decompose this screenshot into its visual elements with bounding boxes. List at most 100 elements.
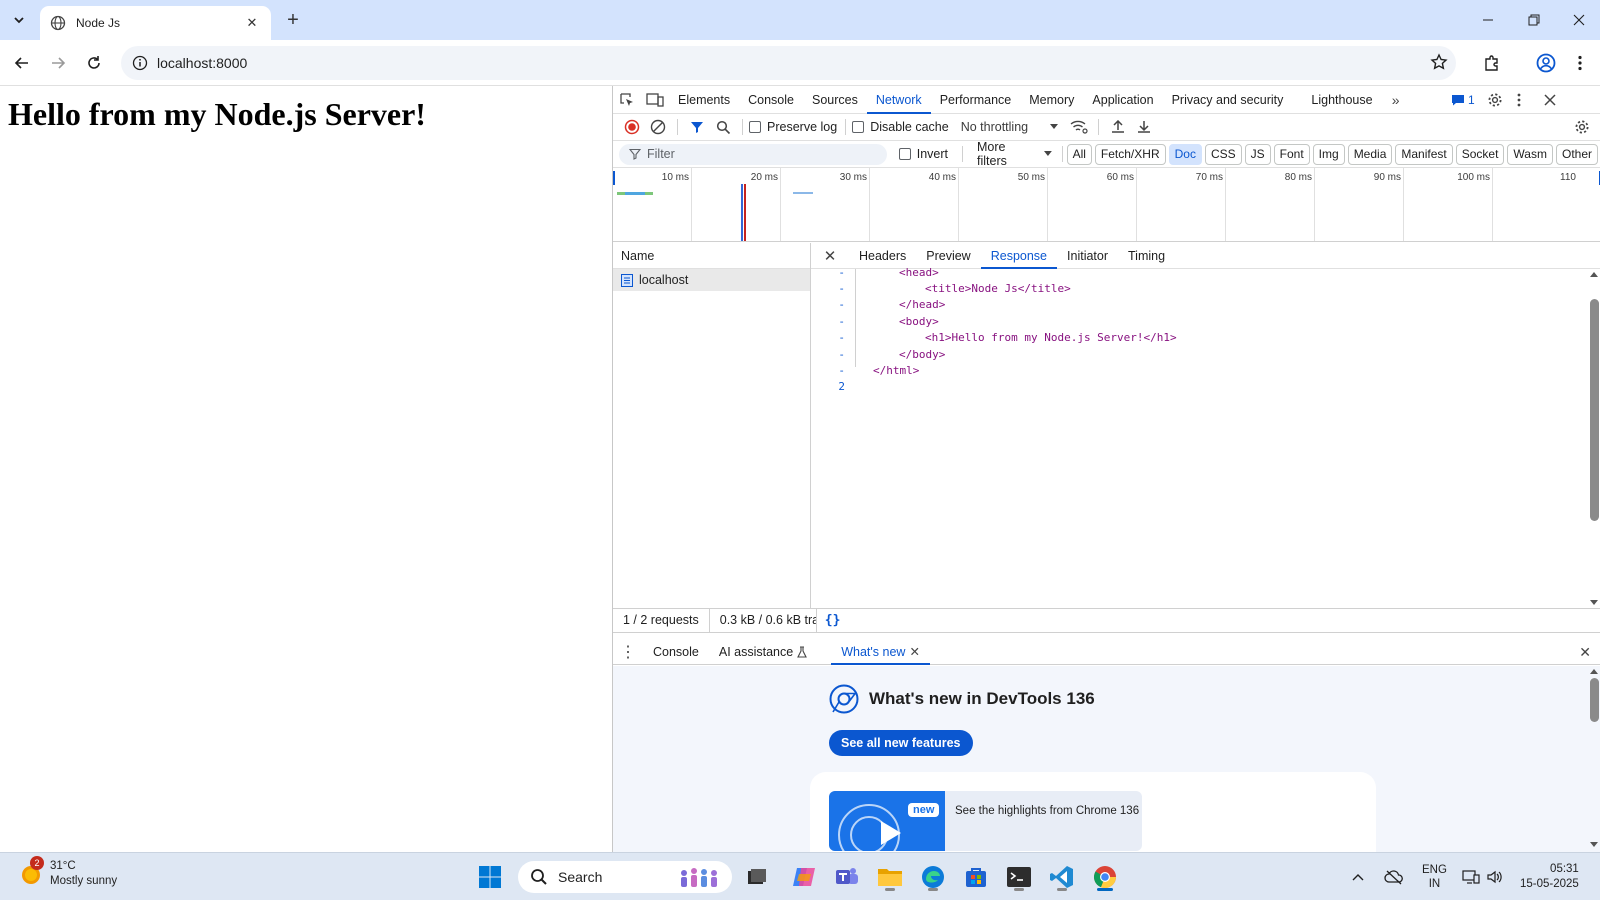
devtools-settings-button[interactable] bbox=[1487, 86, 1503, 114]
filter-type-fetch-xhr[interactable]: Fetch/XHR bbox=[1094, 143, 1166, 165]
onedrive-status[interactable] bbox=[1384, 853, 1404, 900]
device-toolbar-icon[interactable] bbox=[641, 86, 669, 114]
more-filters-dropdown[interactable]: More filters bbox=[977, 140, 1052, 168]
pretty-print-icon[interactable]: {} bbox=[825, 613, 841, 628]
see-all-features-button[interactable]: See all new features bbox=[829, 730, 973, 756]
browser-menu-button[interactable] bbox=[1566, 49, 1594, 77]
tab-elements[interactable]: Elements bbox=[669, 86, 739, 114]
filter-type-font[interactable]: Font bbox=[1273, 143, 1310, 165]
clear-button[interactable] bbox=[645, 114, 671, 140]
tab-console[interactable]: Console bbox=[739, 86, 803, 114]
edge-button[interactable] bbox=[916, 860, 950, 894]
browser-tab[interactable]: Node Js ✕ bbox=[40, 6, 271, 40]
search-button[interactable] bbox=[710, 114, 736, 140]
network-status[interactable] bbox=[1462, 853, 1480, 900]
filter-input[interactable]: Filter bbox=[619, 143, 887, 165]
filter-type-doc[interactable]: Doc bbox=[1168, 143, 1202, 165]
export-har-button[interactable] bbox=[1131, 114, 1157, 140]
task-view-button[interactable] bbox=[740, 860, 774, 894]
tab-performance[interactable]: Performance bbox=[931, 86, 1021, 114]
close-tab-icon[interactable]: ✕ bbox=[243, 14, 261, 32]
network-timeline-overview[interactable]: 10 ms 20 ms 30 ms 40 ms 50 ms 60 ms 70 m… bbox=[613, 168, 1600, 242]
filter-type-socket[interactable]: Socket bbox=[1455, 143, 1505, 165]
tab-response[interactable]: Response bbox=[980, 243, 1058, 269]
drawer-scrollbar[interactable] bbox=[1587, 666, 1600, 852]
filter-type-img[interactable]: Img bbox=[1312, 143, 1345, 165]
address-bar[interactable]: localhost:8000 bbox=[121, 46, 1456, 80]
new-tab-button[interactable]: + bbox=[282, 9, 304, 31]
copilot-button[interactable] bbox=[787, 860, 821, 894]
chrome-button[interactable] bbox=[1088, 860, 1122, 894]
start-button[interactable] bbox=[473, 860, 507, 894]
filter-type-manifest[interactable]: Manifest bbox=[1395, 143, 1453, 165]
drawer-menu-icon[interactable]: ⋮ bbox=[613, 642, 643, 662]
extensions-button[interactable] bbox=[1478, 49, 1506, 77]
show-hidden-icons-button[interactable] bbox=[1352, 853, 1364, 900]
network-conditions-button[interactable] bbox=[1066, 114, 1092, 140]
request-row[interactable]: localhost bbox=[613, 269, 810, 291]
network-settings-button[interactable] bbox=[1569, 114, 1595, 140]
tab-application[interactable]: Application bbox=[1083, 86, 1162, 114]
clock[interactable]: 05:31 15-05-2025 bbox=[1520, 853, 1579, 900]
devtools-menu-button[interactable] bbox=[1517, 86, 1521, 114]
forward-button[interactable] bbox=[44, 49, 72, 77]
response-scrollbar[interactable] bbox=[1587, 269, 1600, 608]
issues-indicator[interactable]: 1 bbox=[1451, 86, 1475, 114]
highlights-link[interactable]: new See the highlights from Chrome 136 bbox=[829, 791, 1142, 851]
throttling-select[interactable]: No throttling bbox=[961, 120, 1059, 134]
task-view-icon bbox=[748, 869, 766, 884]
filter-type-media[interactable]: Media bbox=[1347, 143, 1393, 165]
scroll-thumb[interactable] bbox=[1590, 299, 1599, 521]
teams-button[interactable] bbox=[830, 860, 864, 894]
tab-privacy-security[interactable]: Privacy and security bbox=[1163, 86, 1293, 114]
profile-button[interactable] bbox=[1532, 49, 1560, 77]
bookmark-star-icon[interactable] bbox=[1430, 53, 1448, 74]
close-detail-icon[interactable]: ✕ bbox=[811, 247, 849, 265]
drawer-tab-console[interactable]: Console bbox=[643, 639, 709, 665]
filter-type-js[interactable]: JS bbox=[1244, 143, 1271, 165]
back-button[interactable] bbox=[8, 49, 36, 77]
preserve-log-checkbox[interactable]: Preserve log bbox=[749, 120, 837, 134]
close-window-button[interactable] bbox=[1556, 0, 1600, 40]
timeline-gridline bbox=[780, 168, 781, 241]
tab-search-button[interactable] bbox=[6, 7, 32, 33]
volume-status[interactable] bbox=[1486, 853, 1504, 900]
language-indicator[interactable]: ENG IN bbox=[1422, 853, 1447, 900]
tab-lighthouse[interactable]: Lighthouse bbox=[1302, 86, 1381, 114]
timeline-handle-left[interactable] bbox=[613, 171, 615, 185]
terminal-button[interactable] bbox=[1002, 860, 1036, 894]
drawer-tab-whats-new[interactable]: What's new ✕ bbox=[831, 639, 930, 665]
tab-memory[interactable]: Memory bbox=[1020, 86, 1083, 114]
more-tabs-icon[interactable]: » bbox=[1382, 86, 1410, 114]
response-code-view[interactable]: - <head> - <title>Node Js</title> - </head>… bbox=[811, 266, 1600, 608]
site-info-icon[interactable] bbox=[125, 55, 155, 71]
invert-checkbox[interactable]: Invert bbox=[898, 147, 948, 161]
tab-initiator[interactable]: Initiator bbox=[1057, 243, 1118, 269]
filter-toggle-button[interactable] bbox=[684, 114, 710, 140]
record-button[interactable] bbox=[619, 114, 645, 140]
import-har-button[interactable] bbox=[1105, 114, 1131, 140]
store-button[interactable] bbox=[959, 860, 993, 894]
vscode-button[interactable] bbox=[1045, 860, 1079, 894]
minimize-button[interactable] bbox=[1465, 0, 1511, 40]
filter-type-css[interactable]: CSS bbox=[1204, 143, 1242, 165]
reload-button[interactable] bbox=[80, 49, 108, 77]
taskbar-search[interactable]: Search bbox=[518, 861, 732, 893]
close-devtools-button[interactable] bbox=[1544, 86, 1556, 114]
disable-cache-checkbox[interactable]: Disable cache bbox=[852, 120, 949, 134]
tab-timing[interactable]: Timing bbox=[1118, 243, 1175, 269]
file-explorer-button[interactable] bbox=[873, 860, 907, 894]
tab-network[interactable]: Network bbox=[866, 86, 931, 114]
close-tab-icon[interactable]: ✕ bbox=[909, 639, 919, 665]
filter-type-other[interactable]: Other bbox=[1555, 143, 1598, 165]
weather-widget[interactable]: 2 31°C Mostly sunny bbox=[18, 856, 117, 889]
close-drawer-icon[interactable]: ✕ bbox=[1579, 644, 1591, 661]
inspect-element-icon[interactable] bbox=[613, 86, 641, 114]
drawer-tab-ai-assistance[interactable]: AI assistance bbox=[709, 639, 817, 665]
filter-type-all[interactable]: All bbox=[1066, 143, 1092, 165]
filter-type-wasm[interactable]: Wasm bbox=[1507, 143, 1553, 165]
name-column-header[interactable]: Name bbox=[613, 243, 810, 269]
tab-sources[interactable]: Sources bbox=[803, 86, 867, 114]
restore-button[interactable] bbox=[1511, 0, 1557, 40]
scroll-thumb[interactable] bbox=[1590, 678, 1599, 722]
